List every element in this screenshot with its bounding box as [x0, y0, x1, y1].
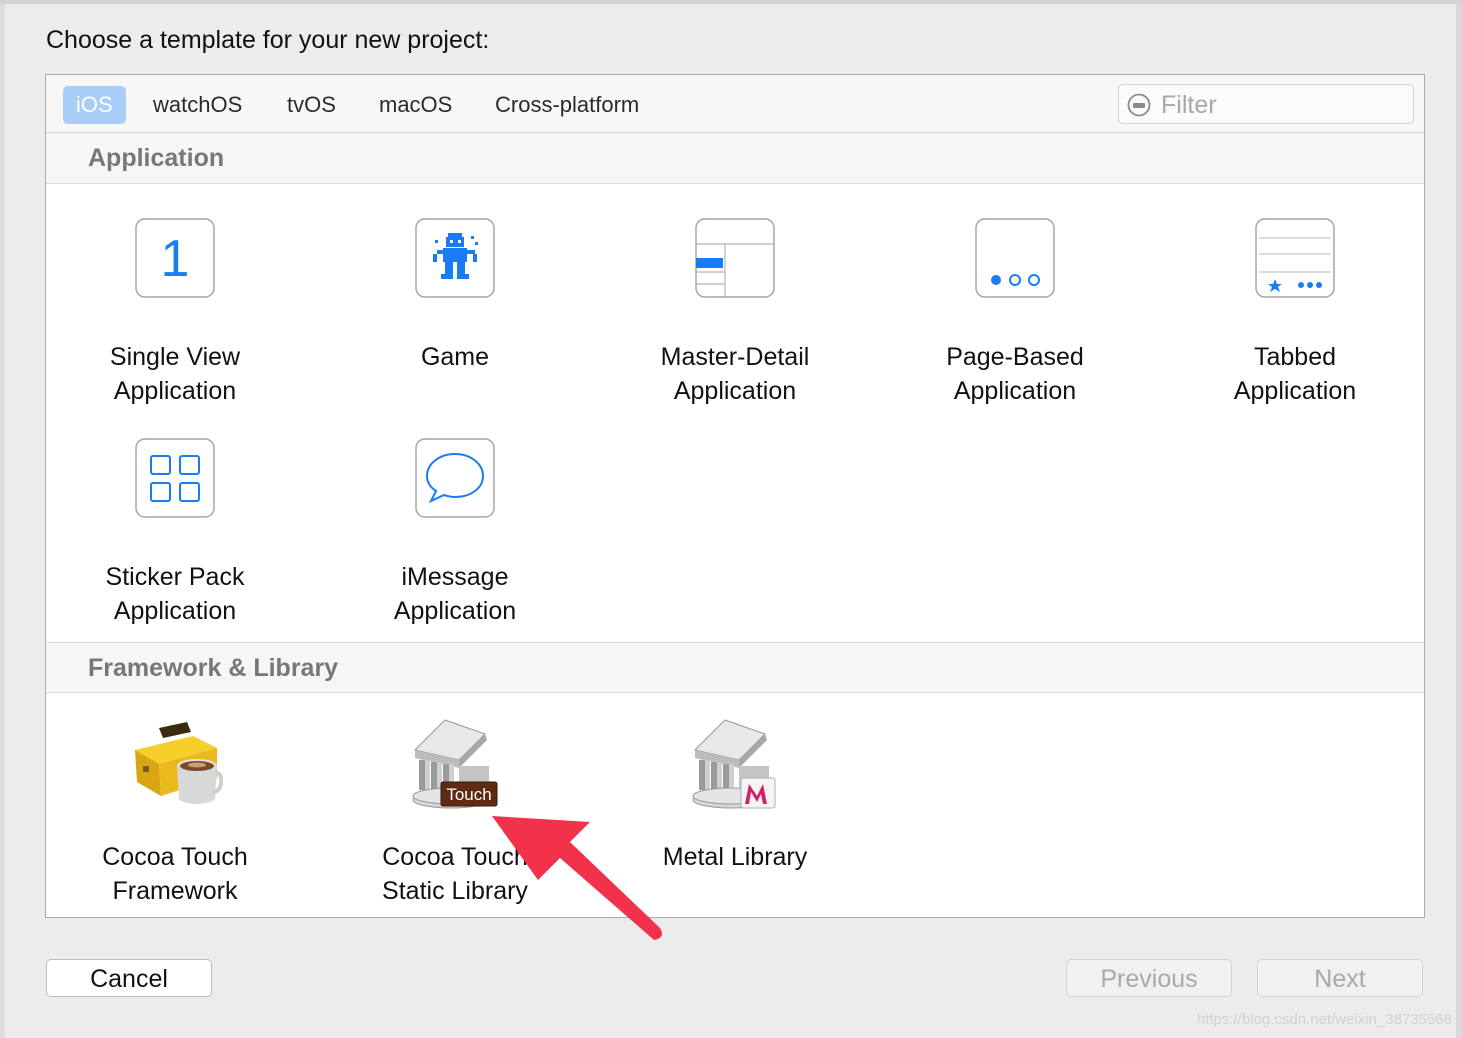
metal-library-icon — [685, 716, 785, 816]
window-right-edge — [1456, 4, 1462, 1038]
filter-icon — [1127, 93, 1151, 117]
tab-macos[interactable]: macOS — [366, 86, 465, 124]
tabbed-icon — [1255, 218, 1335, 298]
single-view-number: 1 — [161, 230, 190, 288]
toolbox-icon — [127, 712, 223, 808]
template-label: Master-Detail Application — [660, 343, 810, 405]
template-label: Single View Application — [109, 343, 241, 405]
template-label: Cocoa Touch Static Library — [382, 843, 528, 905]
next-button[interactable]: Next — [1257, 959, 1423, 997]
platform-tab-bar: iOS watchOS tvOS macOS Cross-platform — [46, 75, 1424, 133]
filter-input[interactable] — [1159, 88, 1403, 122]
section-header-framework-library: Framework & Library — [46, 642, 1424, 693]
master-detail-icon — [695, 218, 775, 298]
template-label: Sticker Pack Application — [105, 563, 245, 625]
template-label: iMessage Application — [393, 563, 517, 625]
sticker-pack-icon — [135, 438, 215, 518]
tab-tvos[interactable]: tvOS — [274, 86, 349, 124]
single-view-icon: 1 — [135, 218, 215, 298]
section-header-application: Application — [46, 133, 1424, 184]
dialog-heading: Choose a template for your new project: — [46, 26, 490, 54]
tab-cross-platform[interactable]: Cross-platform — [482, 86, 652, 124]
template-label: Metal Library — [662, 843, 808, 871]
template-label: Page-Based Application — [946, 343, 1084, 405]
window-top-edge — [0, 0, 1462, 4]
template-panel: iOS watchOS tvOS macOS Cross-platform Ap… — [45, 74, 1425, 918]
tab-ios[interactable]: iOS — [63, 86, 126, 124]
imessage-icon — [415, 438, 495, 518]
library-touch-icon: Touch — [405, 716, 505, 816]
window-left-edge — [0, 4, 5, 1038]
page-based-icon — [975, 218, 1055, 298]
previous-button[interactable]: Previous — [1066, 959, 1232, 997]
filter-field[interactable] — [1118, 84, 1414, 124]
game-icon — [415, 218, 495, 298]
template-label: Cocoa Touch Framework — [102, 843, 248, 905]
template-label: Game — [420, 343, 490, 371]
watermark: https://blog.csdn.net/weixin_38735568 — [1196, 1011, 1452, 1028]
cancel-button[interactable]: Cancel — [46, 959, 212, 997]
tab-watchos[interactable]: watchOS — [140, 86, 255, 124]
touch-badge: Touch — [446, 785, 491, 804]
template-label: Tabbed Application — [1233, 343, 1357, 405]
